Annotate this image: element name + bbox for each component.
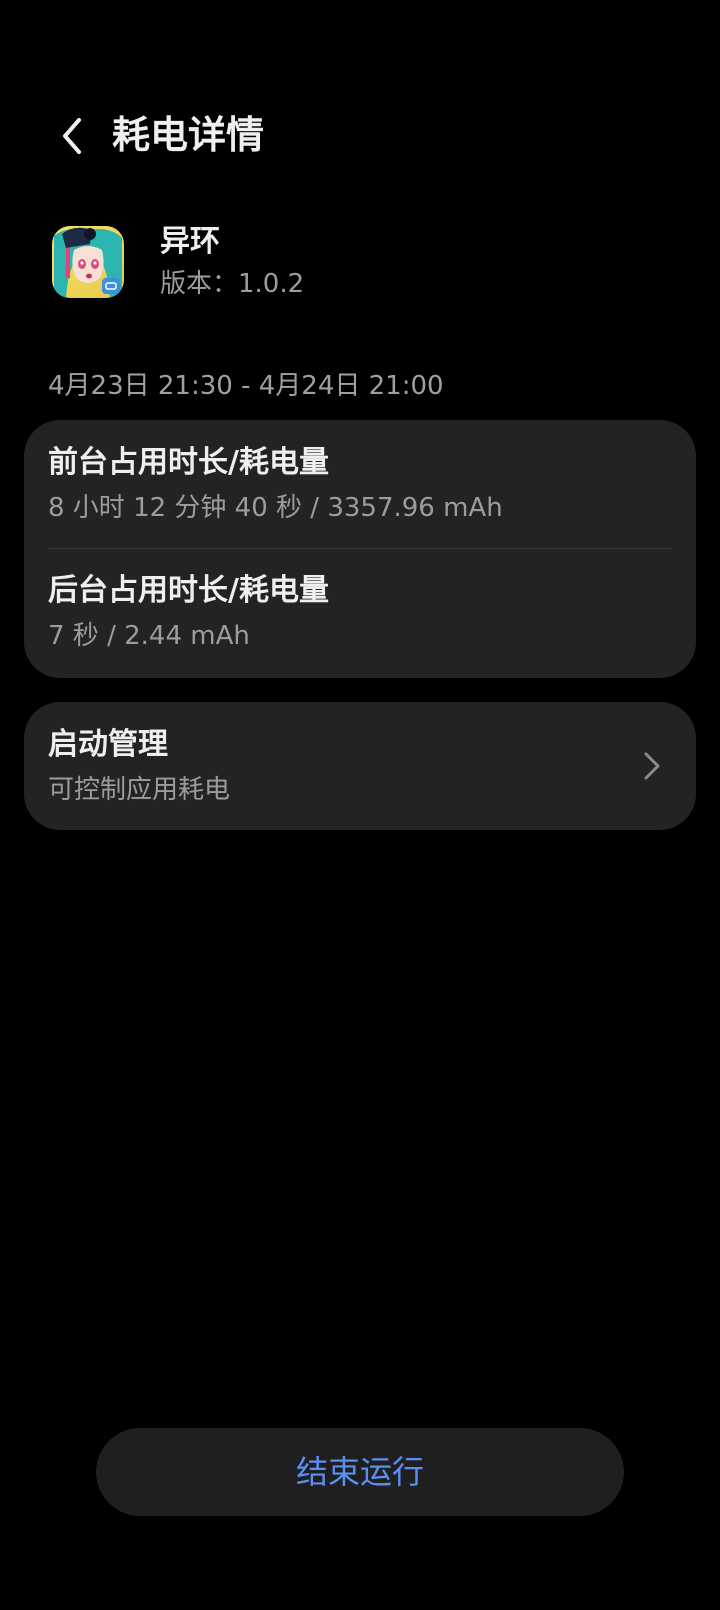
page-title: 耗电详情 (112, 113, 265, 157)
app-info: 异环 版本：1.0.2 (0, 220, 720, 310)
foreground-usage-value: 8 小时 12 分钟 40 秒 / 3357.96 mAh (48, 493, 503, 523)
chevron-right-icon (644, 752, 660, 780)
back-button[interactable] (44, 108, 100, 164)
background-usage-title: 后台占用时长/耗电量 (48, 573, 329, 608)
stop-running-button[interactable]: 结束运行 (96, 1428, 624, 1516)
date-range: 4月23日 21:30 - 4月24日 21:00 (48, 371, 444, 401)
stop-running-label: 结束运行 (295, 1453, 424, 1491)
header: 耗电详情 (0, 100, 720, 170)
chevron-left-icon (63, 118, 81, 154)
startup-management-subtitle: 可控制应用耗电 (48, 775, 231, 805)
startup-management-title: 启动管理 (48, 727, 168, 762)
foreground-usage-title: 前台占用时长/耗电量 (48, 445, 329, 480)
startup-management-item[interactable]: 启动管理 可控制应用耗电 (24, 702, 696, 830)
background-usage-value: 7 秒 / 2.44 mAh (48, 621, 250, 651)
usage-card: 前台占用时长/耗电量 8 小时 12 分钟 40 秒 / 3357.96 mAh… (24, 420, 696, 678)
app-name: 异环 (160, 224, 220, 259)
app-icon (52, 226, 124, 298)
divider (48, 548, 672, 549)
app-version: 版本：1.0.2 (160, 269, 305, 299)
